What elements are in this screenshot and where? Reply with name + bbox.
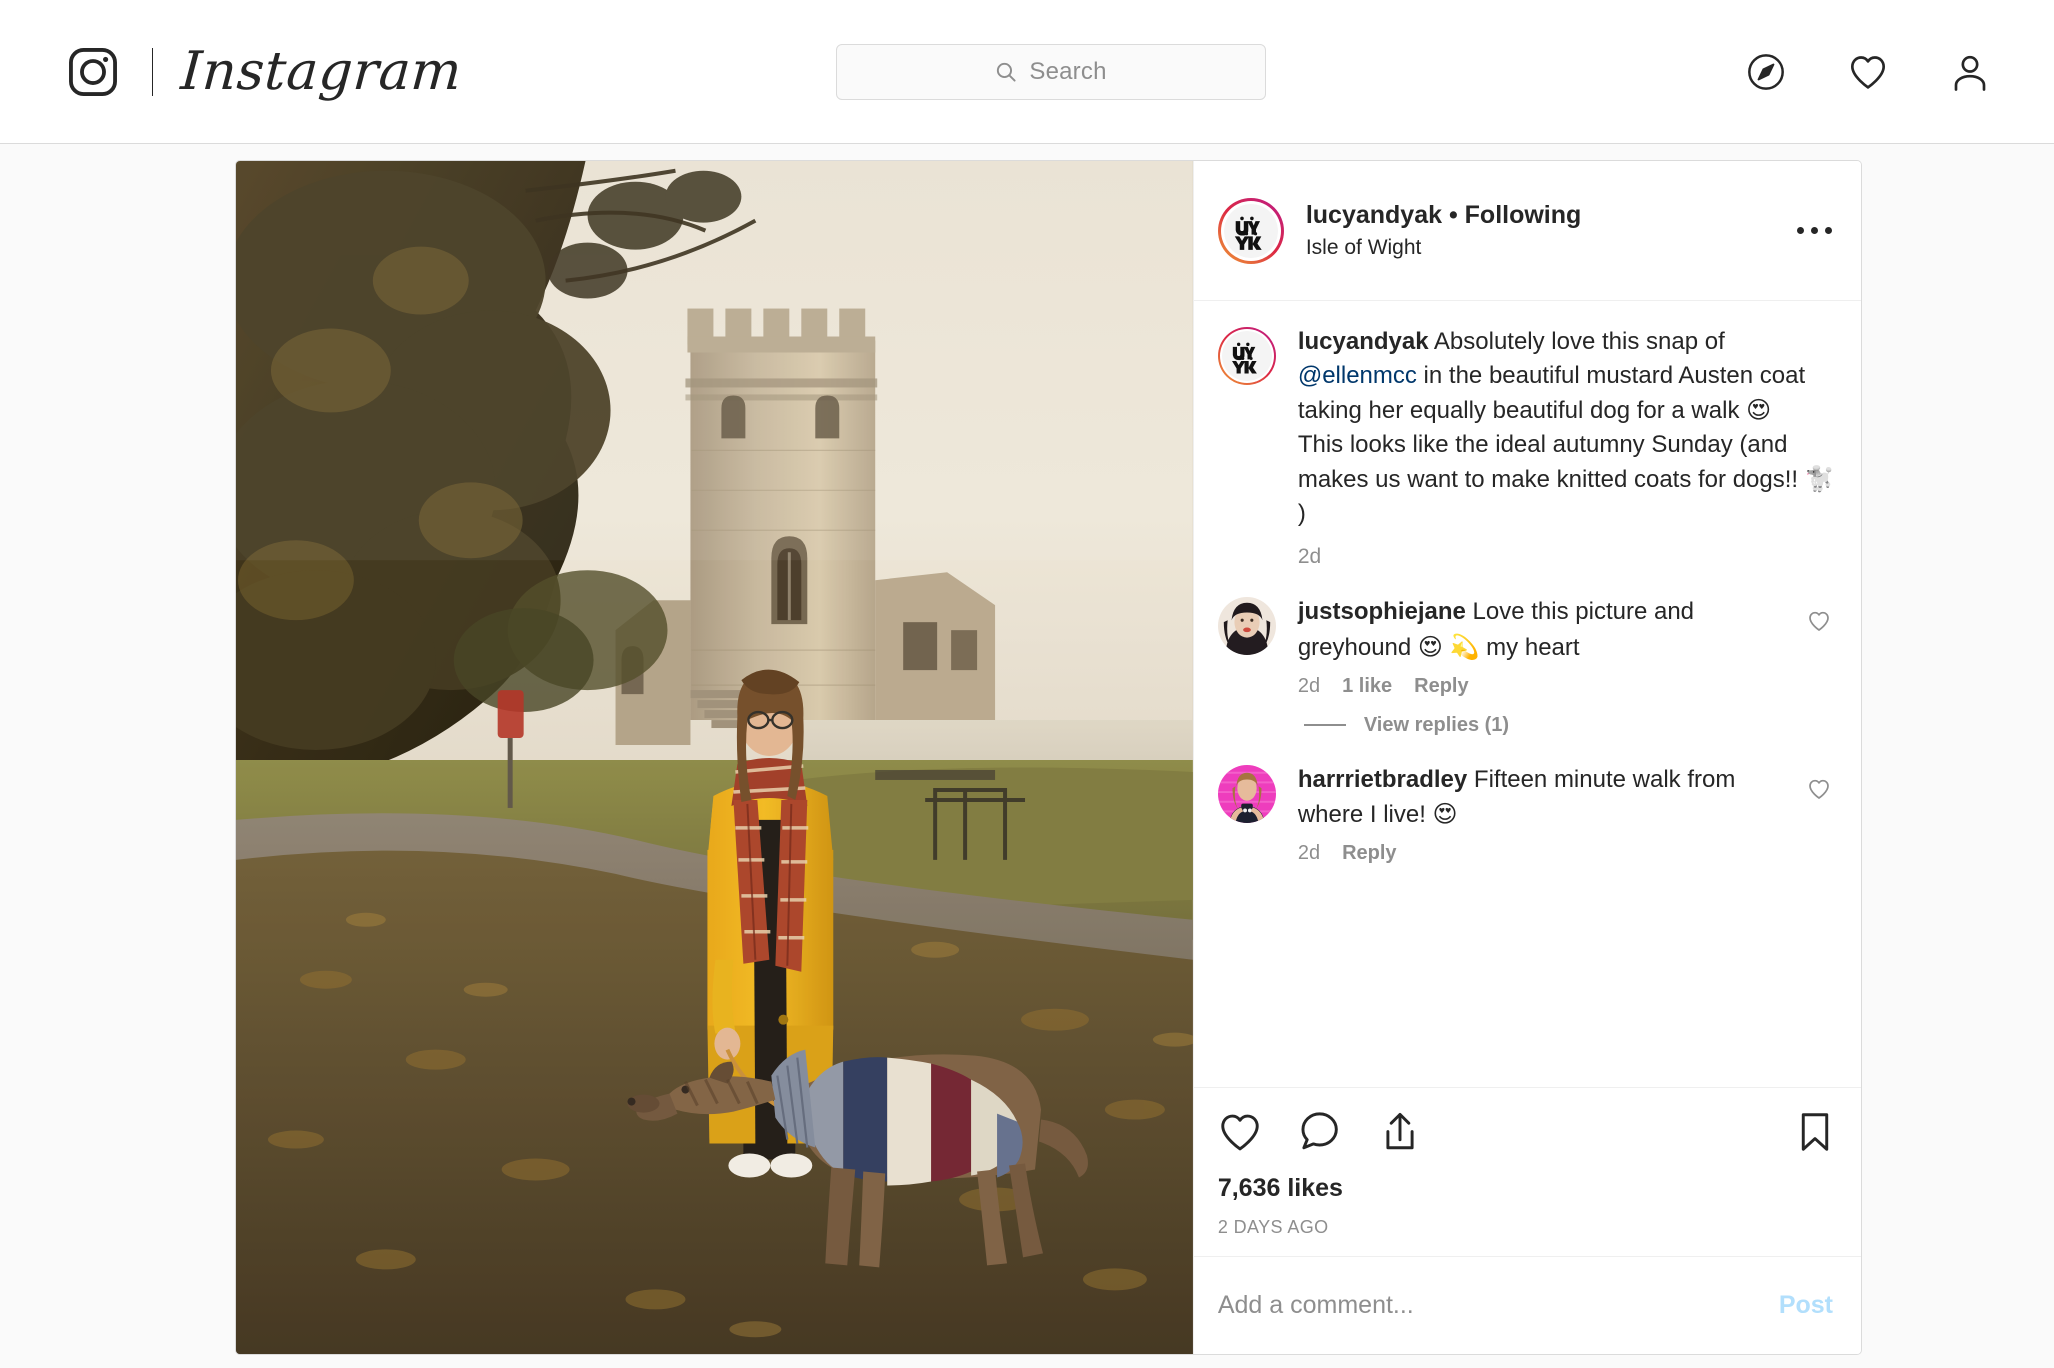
- speech-bubble-icon[interactable]: [1298, 1110, 1342, 1154]
- comment-item: harrrietbradley Fifteen minute walk from…: [1217, 763, 1839, 865]
- post-detail-pane: lucyandyak • Following Isle of Wight luc…: [1192, 161, 1861, 1354]
- nav-brand-group[interactable]: Instagram: [66, 0, 464, 143]
- commenter-avatar[interactable]: [1217, 597, 1276, 656]
- caption-text-1: Absolutely love this snap of: [1428, 328, 1725, 355]
- view-replies-label: View replies (1): [1363, 713, 1510, 736]
- heart-eyes-emoji: 😍: [1432, 799, 1458, 828]
- comment-like-button[interactable]: [1807, 763, 1839, 865]
- post-photo[interactable]: [236, 161, 1193, 1354]
- add-comment-input[interactable]: [1217, 1291, 1775, 1320]
- comment-text: justsophiejane Love this picture and gre…: [1298, 595, 1797, 664]
- instagram-wordmark[interactable]: Instagram: [179, 41, 464, 102]
- post-timestamp: 2 DAYS AGO: [1217, 1217, 1329, 1237]
- comment-meta: 2d 1 like Reply: [1298, 675, 1797, 698]
- bookmark-icon[interactable]: [1793, 1110, 1837, 1154]
- post-card: lucyandyak • Following Isle of Wight luc…: [235, 160, 1862, 1355]
- lucy-and-yak-logo-icon: [1221, 331, 1272, 381]
- post-location[interactable]: Isle of Wight: [1306, 234, 1789, 261]
- activity-heart-icon[interactable]: [1848, 52, 1888, 92]
- poodle-emoji: 🐩: [1804, 465, 1835, 494]
- top-navigation-bar: Instagram Search: [0, 0, 2054, 144]
- view-replies-button[interactable]: View replies (1): [1303, 713, 1797, 737]
- comment-meta: 2d Reply: [1298, 842, 1797, 865]
- comment-username[interactable]: justsophiejane: [1298, 598, 1466, 625]
- comment-timestamp: 2d: [1297, 674, 1321, 697]
- caption-text-3: This looks like the ideal autumny Sunday…: [1297, 431, 1805, 494]
- comment-username[interactable]: harrrietbradley: [1298, 766, 1467, 793]
- author-avatar[interactable]: [1217, 197, 1284, 264]
- likes-count[interactable]: 7,636 likes: [1218, 1174, 1837, 1203]
- comment-item: justsophiejane Love this picture and gre…: [1217, 595, 1839, 737]
- post-comment-button[interactable]: Post: [1775, 1291, 1837, 1320]
- comment-like-count[interactable]: 1 like: [1342, 675, 1392, 698]
- post-author-username[interactable]: lucyandyak • Following: [1306, 200, 1789, 231]
- search-placeholder-text: Search: [1029, 58, 1107, 85]
- nav-divider: [152, 47, 153, 96]
- caption-mention-ellenmcc[interactable]: @ellenmcc: [1298, 362, 1417, 389]
- comments-region: lucyandyak Absolutely love this snap of …: [1194, 301, 1861, 1087]
- replies-dash-icon: [1303, 724, 1346, 727]
- post-more-options-button[interactable]: [1789, 211, 1839, 251]
- post-caption-text: lucyandyak Absolutely love this snap of …: [1298, 325, 1839, 531]
- add-comment-bar: Post: [1193, 1256, 1861, 1354]
- heart-icon[interactable]: [1218, 1110, 1262, 1154]
- comment-body-2: my heart: [1479, 633, 1580, 661]
- lucy-and-yak-logo-icon: [1223, 203, 1278, 258]
- explore-compass-icon[interactable]: [1746, 52, 1786, 92]
- search-input[interactable]: Search: [836, 44, 1266, 100]
- heart-eyes-emoji: 😍: [1746, 396, 1772, 425]
- comment-like-button[interactable]: [1807, 595, 1839, 736]
- comment-text: harrrietbradley Fifteen minute walk from…: [1298, 763, 1797, 832]
- instagram-camera-icon[interactable]: [66, 45, 120, 99]
- caption-timestamp: 2d: [1297, 545, 1322, 569]
- comment-reply-button[interactable]: Reply: [1414, 675, 1468, 698]
- dizzy-emoji: 💫: [1449, 632, 1480, 661]
- action-icon-row: [1218, 1110, 1837, 1154]
- search-icon: [995, 61, 1017, 83]
- share-arrow-icon[interactable]: [1378, 1110, 1422, 1154]
- comment-reply-button[interactable]: Reply: [1342, 842, 1396, 865]
- profile-person-icon[interactable]: [1950, 52, 1990, 92]
- caption-text-4: ): [1297, 500, 1306, 528]
- comment-timestamp: 2d: [1297, 841, 1321, 864]
- commenter-avatar[interactable]: [1217, 764, 1276, 823]
- post-caption-block: lucyandyak Absolutely love this snap of …: [1217, 325, 1839, 569]
- heart-eyes-emoji: 😍: [1417, 632, 1443, 661]
- caption-username[interactable]: lucyandyak: [1298, 328, 1429, 355]
- post-action-bar: 7,636 likes 2 DAYS AGO: [1193, 1087, 1861, 1256]
- nav-icon-group: [1746, 0, 1990, 143]
- post-header: lucyandyak • Following Isle of Wight: [1193, 161, 1861, 301]
- caption-author-avatar[interactable]: [1217, 327, 1276, 385]
